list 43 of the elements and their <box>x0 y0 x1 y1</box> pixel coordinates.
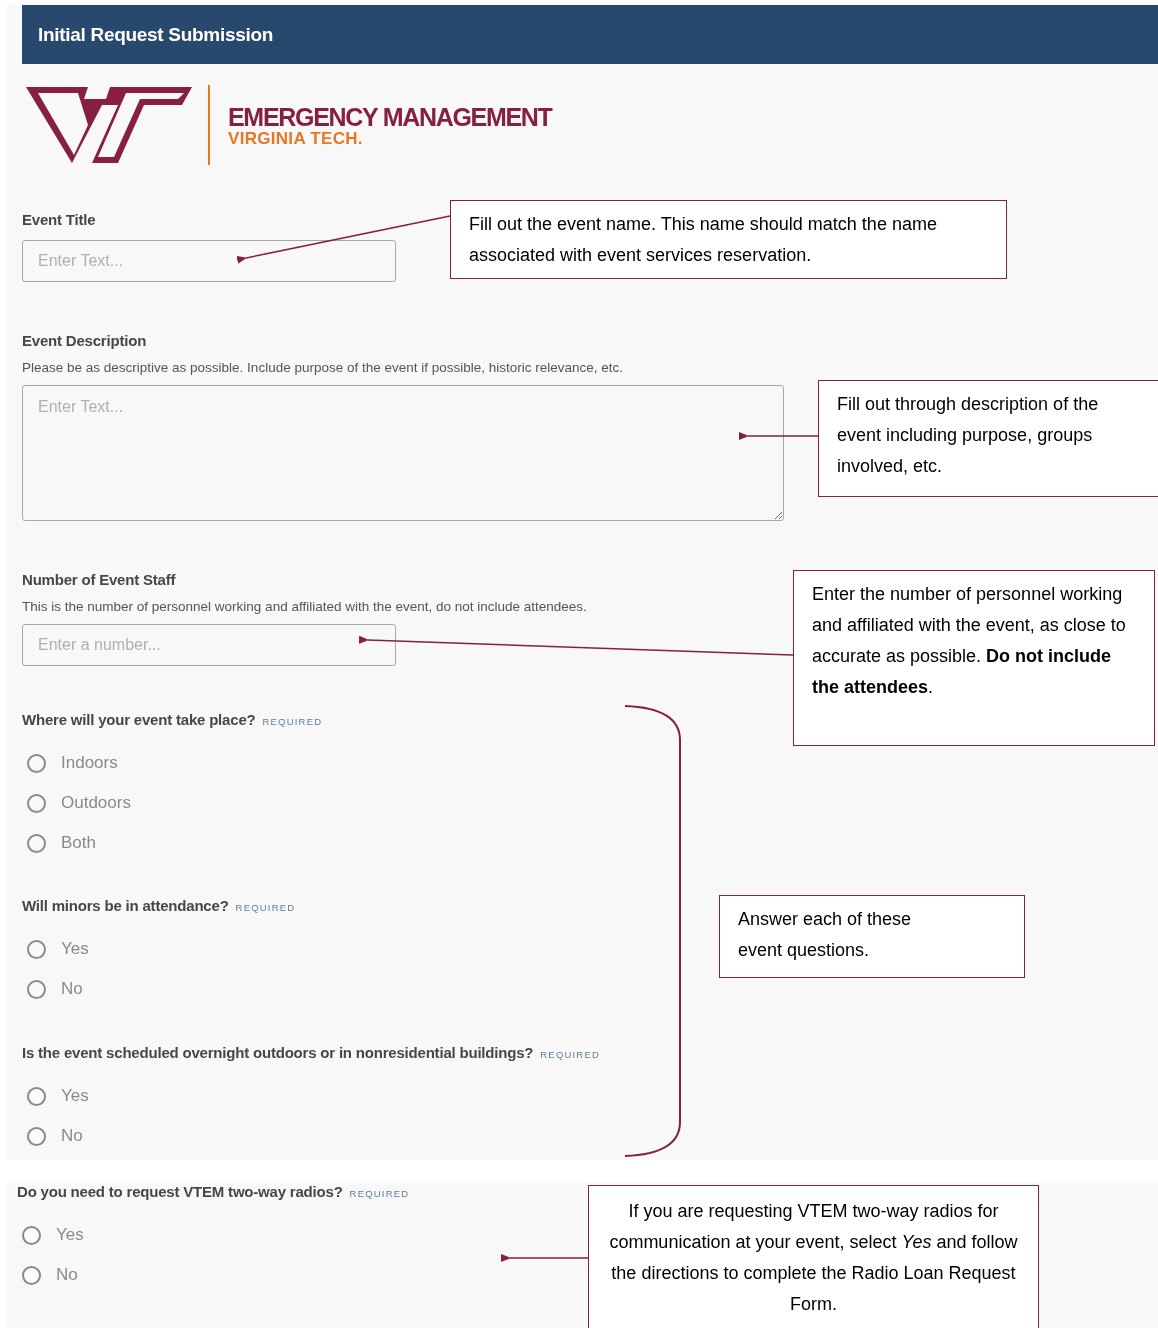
question-label: Will minors be in attendance? <box>22 897 229 914</box>
required-tag: REQUIRED <box>349 1188 410 1199</box>
callout-text: Enter the number of personnel working and affiliated with the event, as close to accurate as possible. Do not include the attendees. <box>812 583 1127 699</box>
field-label: Event Title <box>22 211 96 230</box>
option-label[interactable]: Indoors <box>61 753 118 773</box>
number-field[interactable]: Enter a number... <box>22 624 396 666</box>
radio-button[interactable] <box>27 939 46 959</box>
description-field[interactable]: Enter Text... <box>22 385 784 521</box>
question-label: Is the event scheduled overnight outdoors or in nonresidential buildings? <box>22 1044 534 1061</box>
required-tag: REQUIRED <box>235 902 296 913</box>
required-tag: REQUIRED <box>262 716 323 727</box>
logo-subtitle: VIRGINIA TECH. <box>228 129 364 147</box>
option-label[interactable]: No <box>61 1126 83 1146</box>
help-text: Please be as descriptive as possible. Include purpose of the event if possible, historic relevance, etc. <box>22 360 624 377</box>
option-label[interactable]: Outdoors <box>61 793 131 813</box>
callout-text: If you are requesting VTEM two-way radios for communication at your event, select Yes and follow the directions to complete the Radio Loan Request Form. <box>608 1200 1019 1316</box>
radio-button[interactable] <box>27 753 46 773</box>
logo-mark-icon <box>26 85 192 165</box>
callout-text: Fill out through description of the event including purpose, groups involved, etc. <box>837 393 1100 478</box>
option-label[interactable]: No <box>61 979 83 999</box>
question-label: Where will your event take place? <box>22 711 256 728</box>
option-label[interactable]: Yes <box>61 1086 89 1106</box>
callout-text: Fill out the event name. This name should match the name associated with event services reservation. <box>469 213 938 267</box>
radio-button[interactable] <box>27 793 46 813</box>
field-label: Number of Event Staff <box>22 571 176 590</box>
radio-button[interactable] <box>27 1126 46 1146</box>
help-text: This is the number of personnel working and affiliated with the event, do not include attendees. <box>22 599 587 616</box>
option-label[interactable]: Yes <box>61 939 89 959</box>
text-field[interactable]: Enter Text... <box>22 240 396 282</box>
radio-button[interactable] <box>22 1265 41 1285</box>
callout-text: Answer each of these event questions. <box>738 908 913 962</box>
required-tag: REQUIRED <box>540 1049 601 1060</box>
option-label[interactable]: Yes <box>56 1225 84 1245</box>
question-label: Do you need to request VTEM two-way radios? <box>17 1183 343 1200</box>
option-label[interactable]: No <box>56 1265 78 1285</box>
radio-button[interactable] <box>22 1225 41 1245</box>
field-label: Event Description <box>22 332 147 351</box>
radio-button[interactable] <box>27 1086 46 1106</box>
option-label[interactable]: Both <box>61 833 96 853</box>
radio-button[interactable] <box>27 833 46 853</box>
section-header: Initial Request Submission <box>22 5 1158 64</box>
radio-button[interactable] <box>27 979 46 999</box>
logo-title: EMERGENCY MANAGEMENT <box>228 103 552 130</box>
